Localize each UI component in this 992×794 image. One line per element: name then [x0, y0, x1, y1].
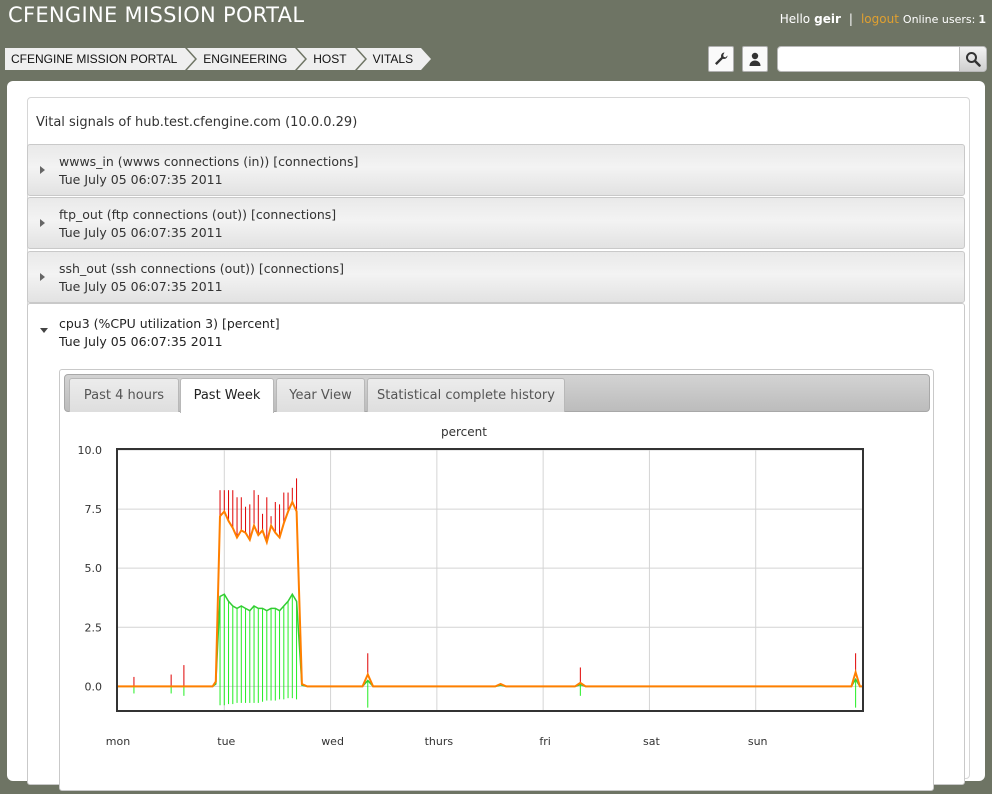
- y-tick-label: 2.5: [85, 621, 103, 634]
- x-tick-label: fri: [539, 735, 550, 748]
- vital-timestamp: Tue July 05 06:07:35 2011: [59, 225, 223, 240]
- settings-button[interactable]: [708, 46, 734, 72]
- expand-arrow-icon: [40, 273, 45, 281]
- graph-panel: Past 4 hours Past Week Year View Statist…: [59, 369, 934, 791]
- tab-statistical-history[interactable]: Statistical complete history: [367, 378, 565, 412]
- logout-link[interactable]: logout: [861, 12, 899, 26]
- online-users-label: Online users:: [902, 13, 976, 26]
- tab-past-4-hours[interactable]: Past 4 hours: [69, 378, 179, 412]
- y-tick-label: 0.0: [85, 680, 103, 693]
- breadcrumb-item-portal[interactable]: CFENGINE MISSION PORTAL: [5, 48, 198, 70]
- vital-timestamp: Tue July 05 06:07:35 2011: [59, 279, 223, 294]
- search-button[interactable]: [959, 47, 986, 71]
- y-tick-label: 10.0: [78, 444, 103, 457]
- vital-timestamp: Tue July 05 06:07:35 2011: [59, 172, 223, 187]
- y-tick-label: 5.0: [85, 562, 103, 575]
- main-panel: Vital signals of hub.test.cfengine.com (…: [7, 81, 985, 791]
- search-box: [777, 46, 987, 72]
- greeting: Hello: [779, 12, 811, 26]
- vital-name: ssh_out (ssh connections (out)) [connect…: [59, 261, 345, 276]
- vital-item-ftp-out[interactable]: ftp_out (ftp connections (out)) [connect…: [27, 197, 965, 249]
- separator: |: [848, 12, 853, 26]
- y-tick-label: 7.5: [85, 503, 103, 516]
- expand-arrow-icon: [40, 166, 45, 174]
- user-bar: Hello geir | logout Online users: 1: [780, 12, 986, 26]
- collapse-arrow-icon[interactable]: [40, 328, 48, 333]
- search-input[interactable]: [784, 47, 958, 71]
- tab-past-week[interactable]: Past Week: [180, 378, 274, 413]
- vital-timestamp: Tue July 05 06:07:35 2011: [59, 334, 223, 349]
- expand-arrow-icon: [40, 219, 45, 227]
- user-icon: [749, 52, 761, 66]
- vital-item-wwws-in[interactable]: wwws_in (wwws connections (in)) [connect…: [27, 144, 965, 196]
- x-tick-label: sun: [748, 735, 768, 748]
- vital-name: wwws_in (wwws connections (in)) [connect…: [59, 154, 359, 169]
- x-tick-label: wed: [321, 735, 344, 748]
- tab-year-view[interactable]: Year View: [276, 378, 365, 412]
- cpu-chart: percent 10.0 7.5 5.0 2.5 0.0 mon tue wed thurs f…: [78, 425, 864, 748]
- wrench-icon: [715, 52, 728, 65]
- graph-tabs: Past 4 hours Past Week Year View Statist…: [64, 374, 930, 413]
- vital-name: ftp_out (ftp connections (out)) [connect…: [59, 207, 337, 222]
- lower-series-line: [118, 592, 862, 688]
- search-icon: [966, 52, 981, 67]
- x-tick-label: tue: [217, 735, 235, 748]
- mean-series-line: [118, 499, 862, 688]
- page-heading: Vital signals of hub.test.cfengine.com (…: [36, 115, 358, 130]
- vital-item-cpu3: cpu3 (%CPU utilization 3) [percent] Tue …: [27, 303, 965, 791]
- breadcrumb: CFENGINE MISSION PORTAL ENGINEERING HOST…: [5, 48, 434, 70]
- vital-item-ssh-out[interactable]: ssh_out (ssh connections (out)) [connect…: [27, 251, 965, 303]
- online-users-count: 1: [978, 13, 986, 26]
- x-tick-label: sat: [643, 735, 660, 748]
- app-title: CFENGINE MISSION PORTAL: [8, 3, 305, 27]
- username: geir: [814, 12, 841, 26]
- user-profile-button[interactable]: [742, 46, 768, 72]
- chart-title: percent: [441, 425, 487, 439]
- x-tick-label: mon: [106, 735, 130, 748]
- breadcrumb-item-engineering[interactable]: ENGINEERING: [187, 48, 308, 70]
- x-tick-label: thurs: [425, 735, 454, 748]
- vital-name[interactable]: cpu3 (%CPU utilization 3) [percent]: [59, 316, 280, 331]
